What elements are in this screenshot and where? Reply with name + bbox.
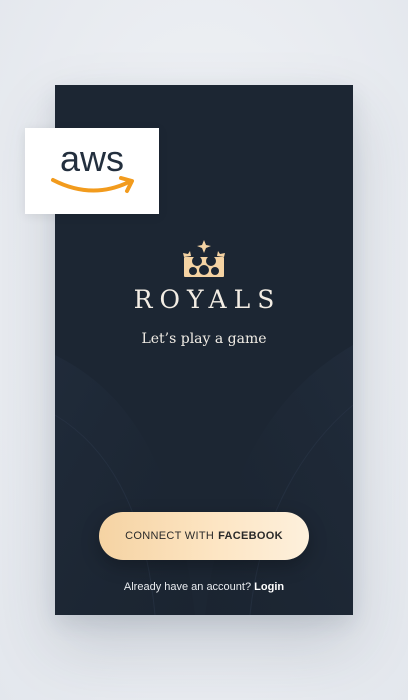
aws-logo: aws [51,138,134,193]
app-title: ROYALS [133,285,282,314]
account-prompt-text: Already have an account? [123,581,252,593]
connect-facebook-button[interactable]: CONNECT WITH FACEBOOK [99,512,309,560]
aws-smile-arrow-icon [51,178,131,193]
aws-logo-badge: aws [25,128,159,214]
connect-provider-label: FACEBOOK [218,530,283,542]
connect-prefix-label: CONNECT WITH [125,530,215,542]
crown-icon [183,240,225,277]
app-tagline: Let’s play a game [141,331,267,347]
login-link[interactable]: Login [254,581,284,593]
aws-wordmark: aws [60,138,124,179]
login-prompt: Already have an account? Login [55,581,353,593]
